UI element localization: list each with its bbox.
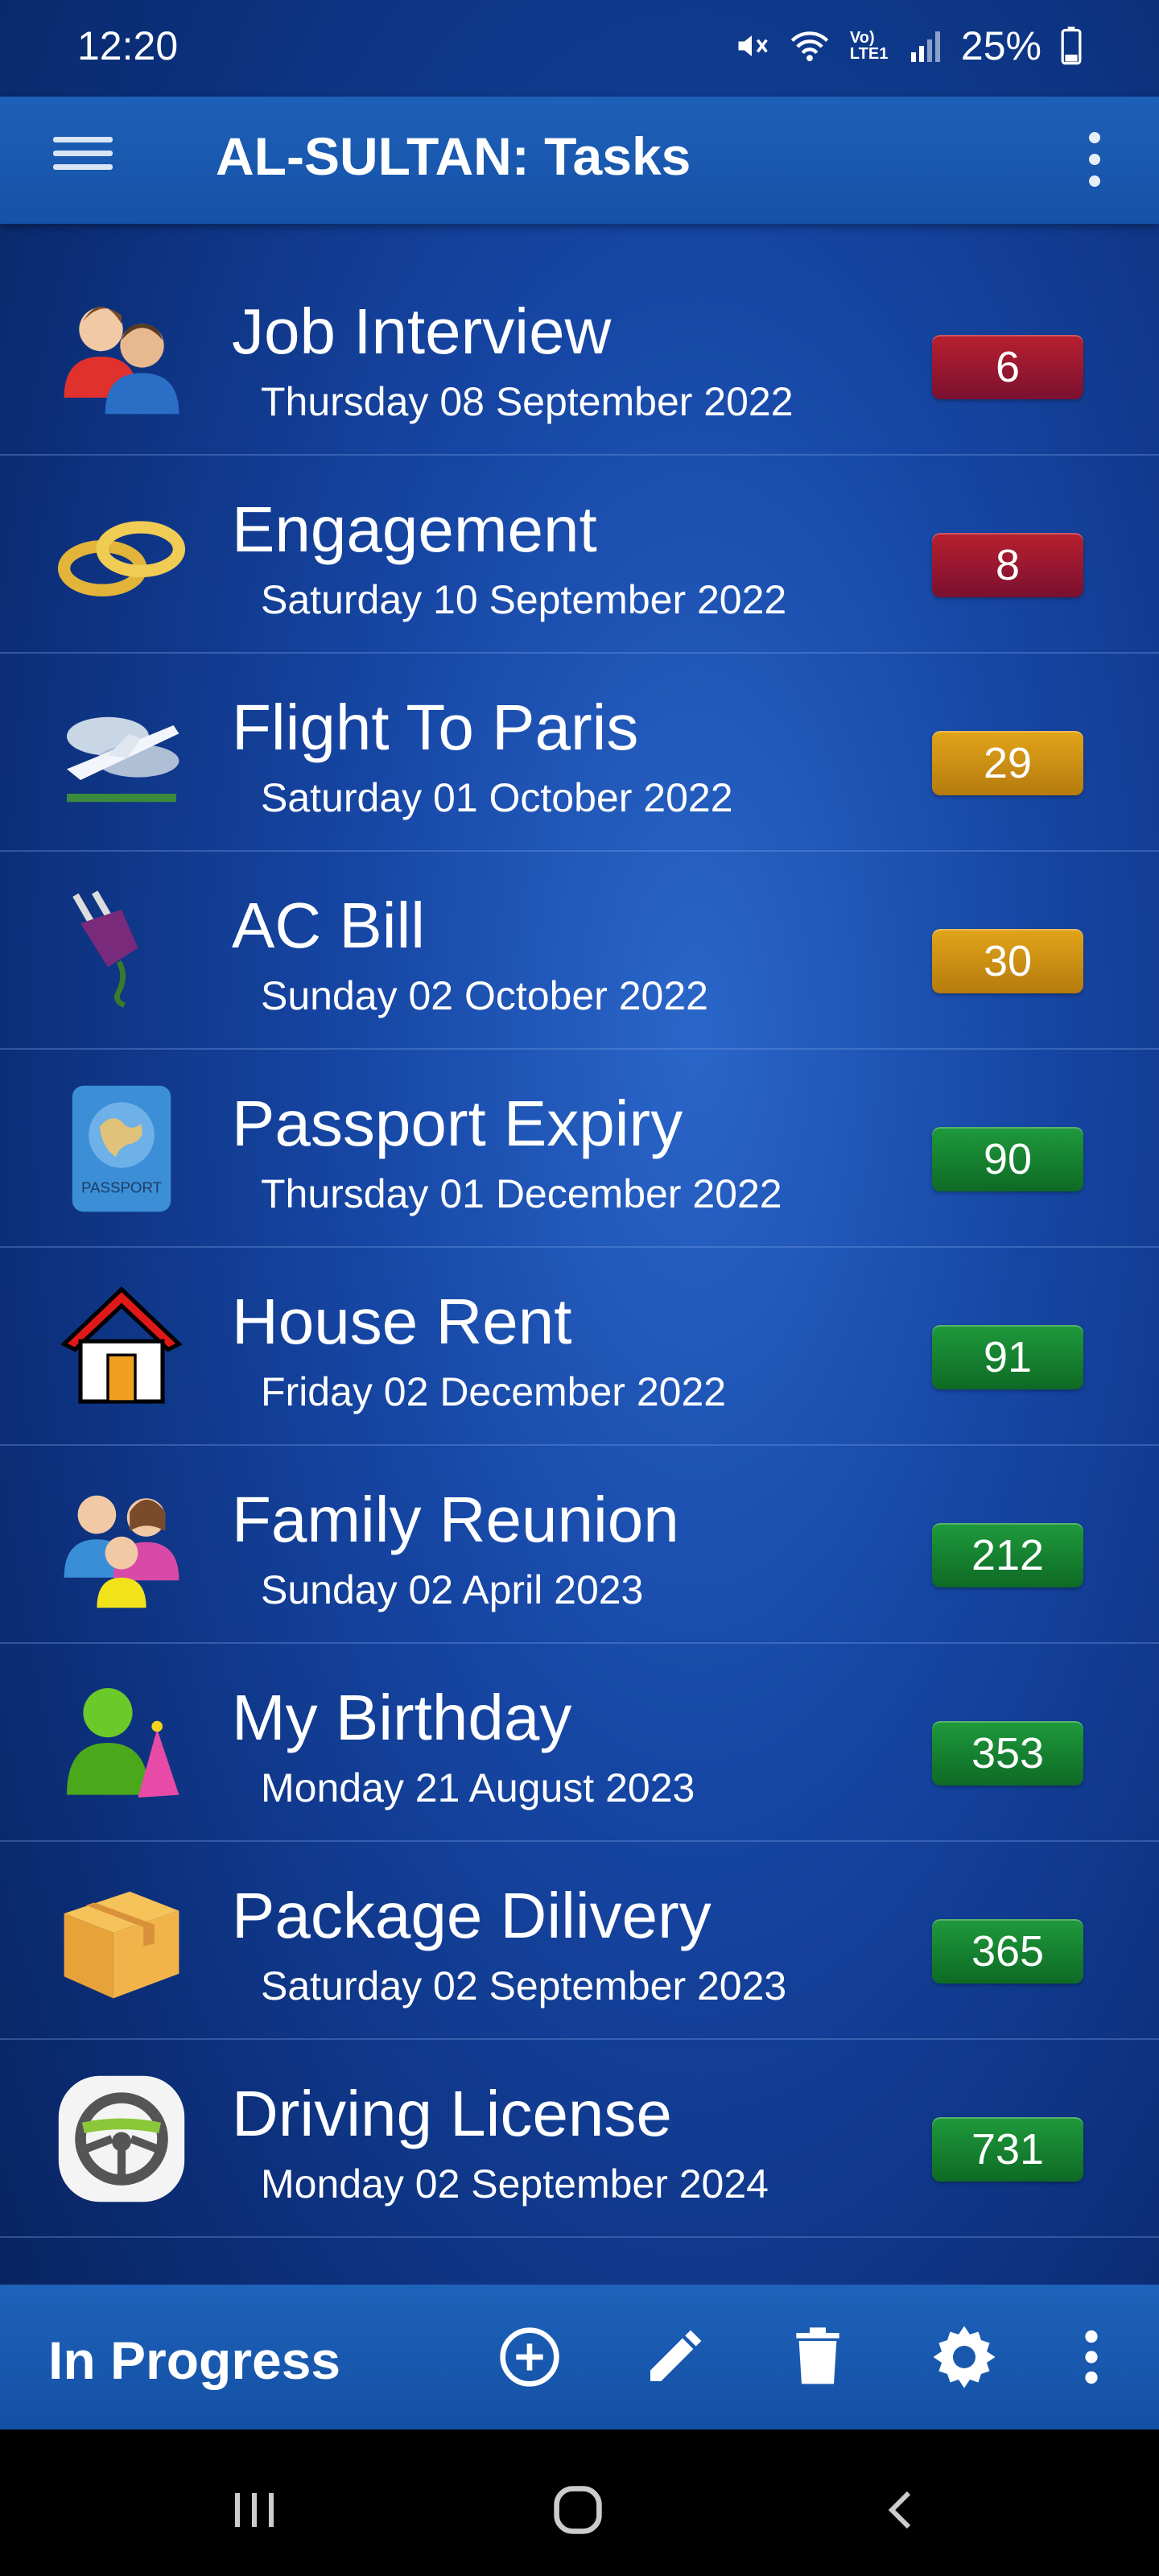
passport-icon: PASSPORT (72, 1085, 171, 1212)
task-date: Thursday 08 September 2022 (261, 379, 794, 424)
task-title: Package Dilivery (232, 1880, 711, 1951)
task-row[interactable]: House Rent Friday 02 December 2022 91 (0, 1248, 1159, 1446)
days-remaining-badge: 29 (932, 731, 1083, 795)
delete-trash-icon[interactable] (777, 2317, 858, 2397)
battery-percent: 25% (960, 23, 1041, 68)
app-title: AL-SULTAN: Tasks (216, 126, 691, 186)
days-remaining-badge: 91 (932, 1325, 1083, 1389)
more-vert-icon[interactable] (1079, 127, 1111, 192)
battery-icon (1061, 27, 1082, 65)
bottom-toolbar: In Progress (0, 2285, 1159, 2429)
airplane-icon (67, 716, 179, 803)
plug-icon (72, 890, 138, 1009)
task-date: Saturday 02 September 2023 (261, 1963, 787, 2008)
birthday-person-icon (67, 1688, 179, 1798)
recent-apps-icon[interactable] (214, 2470, 295, 2550)
task-title: Passport Expiry (232, 1088, 683, 1159)
task-date: Friday 02 December 2022 (261, 1369, 727, 1414)
task-date: Monday 02 September 2024 (261, 2161, 769, 2207)
task-row[interactable]: My Birthday Monday 21 August 2023 353 (0, 1644, 1159, 1842)
rings-icon (57, 521, 186, 597)
days-remaining-badge: 731 (932, 2117, 1083, 2182)
task-title: House Rent (232, 1286, 572, 1357)
status-bar: 12:20 Vo) LTE1 25% (0, 0, 1159, 97)
days-remaining-badge: 30 (932, 929, 1083, 993)
task-date: Thursday 01 December 2022 (261, 1171, 782, 1216)
days-remaining-badge: 8 (932, 533, 1083, 597)
task-title: Flight To Paris (232, 691, 639, 763)
steering-wheel-icon (58, 2075, 185, 2202)
days-remaining-badge: 353 (932, 1721, 1083, 1785)
task-row[interactable]: Job Interview Thursday 08 September 2022… (0, 258, 1159, 456)
task-date: Saturday 01 October 2022 (261, 775, 733, 820)
task-row[interactable]: Driving License Monday 02 September 2024… (0, 2040, 1159, 2238)
task-title: Job Interview (232, 295, 612, 367)
days-remaining-badge: 90 (932, 1127, 1083, 1191)
task-list: Job Interview Thursday 08 September 2022… (0, 258, 1159, 2238)
task-row[interactable]: Engagement Saturday 10 September 2022 8 (0, 456, 1159, 654)
mute-icon (738, 35, 768, 56)
add-circle-icon[interactable] (489, 2317, 570, 2397)
days-remaining-badge: 6 (932, 335, 1083, 399)
task-title: Driving License (232, 2078, 672, 2149)
task-date: Sunday 02 October 2022 (261, 973, 708, 1018)
task-title: Family Reunion (232, 1484, 679, 1555)
people-icon (64, 306, 179, 415)
task-row[interactable]: Flight To Paris Saturday 01 October 2022… (0, 654, 1159, 852)
task-date: Monday 21 August 2023 (261, 1765, 695, 1810)
system-nav-bar (0, 2429, 1159, 2576)
app-bar: AL-SULTAN: Tasks (0, 97, 1159, 224)
task-row[interactable]: PASSPORT Passport Expiry Thursday 01 Dec… (0, 1050, 1159, 1248)
task-row[interactable]: Family Reunion Sunday 02 April 2023 212 (0, 1446, 1159, 1644)
task-date: Saturday 10 September 2022 (261, 577, 787, 622)
signal-icon (910, 31, 940, 62)
back-icon[interactable] (861, 2470, 942, 2550)
task-date: Sunday 02 April 2023 (261, 1567, 644, 1612)
task-title: My Birthday (232, 1682, 572, 1753)
hamburger-menu-icon[interactable] (53, 129, 113, 188)
task-row[interactable]: Package Dilivery Saturday 02 September 2… (0, 1842, 1159, 2040)
days-remaining-badge: 212 (932, 1523, 1083, 1587)
filter-label[interactable]: In Progress (48, 2330, 340, 2391)
status-icons: Vo) LTE1 25% (734, 23, 1082, 69)
status-time: 12:20 (77, 23, 179, 68)
task-title: Engagement (232, 493, 597, 565)
wifi-icon (790, 31, 829, 62)
task-row[interactable]: AC Bill Sunday 02 October 2022 30 (0, 852, 1159, 1050)
task-title: AC Bill (232, 890, 426, 961)
more-vert-icon[interactable] (1051, 2317, 1132, 2397)
family-icon (64, 1495, 179, 1608)
settings-gear-icon[interactable] (924, 2317, 1004, 2397)
home-icon[interactable] (538, 2470, 618, 2550)
package-box-icon (64, 1891, 179, 1999)
passport-icon-label: PASSPORT (81, 1179, 162, 1195)
house-icon (60, 1286, 183, 1404)
network-label: Vo) LTE1 (849, 29, 889, 63)
edit-pencil-icon[interactable] (634, 2317, 715, 2397)
days-remaining-badge: 365 (932, 1919, 1083, 1984)
